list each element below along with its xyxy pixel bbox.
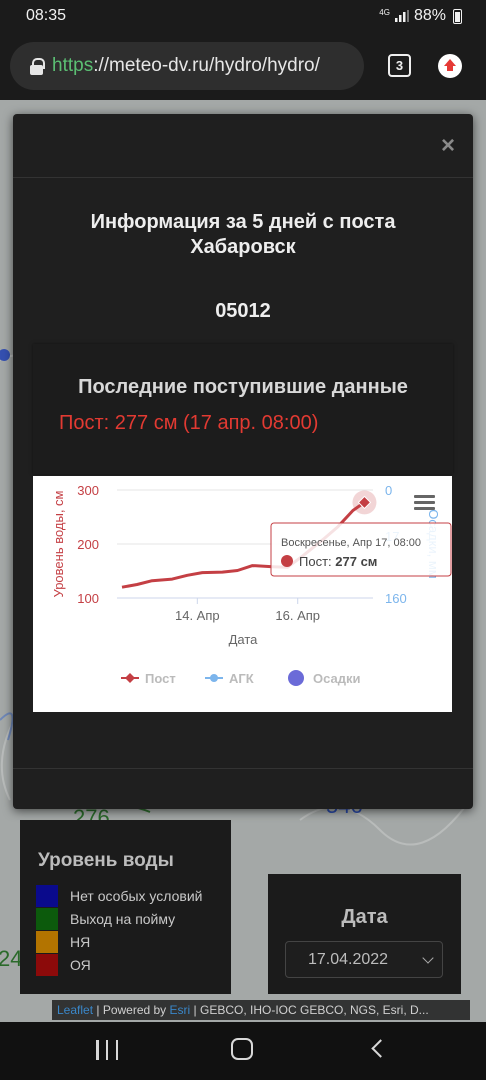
latest-value: Пост: 277 см (17 апр. 08:00) (59, 412, 319, 434)
modal-divider (13, 177, 473, 178)
modal-divider (13, 768, 473, 769)
y-tick-label-right: 160 (385, 591, 407, 606)
y-tick-label-left: 300 (77, 483, 99, 498)
latest-data-panel: Последние поступившие данные Пост: 277 с… (33, 344, 453, 474)
status-bar: 08:35 4G 88% (0, 0, 486, 32)
attribution-text: | Powered by (93, 1003, 170, 1017)
status-time: 08:35 (26, 7, 67, 24)
legend-item: НЯ (36, 931, 90, 953)
tooltip-marker (281, 555, 293, 567)
x-tick-label: 16. Апр (275, 608, 320, 623)
tooltip-value: Пост: 277 см (299, 554, 377, 569)
y-tick-label-left: 200 (77, 537, 99, 552)
x-axis-title: Дата (229, 632, 259, 647)
legend-swatch (36, 954, 58, 976)
date-select[interactable]: 17.04.2022 (285, 941, 443, 978)
date-panel: Дата 17.04.2022 (268, 874, 461, 994)
legend-label: НЯ (70, 934, 91, 950)
legend-label: ОЯ (70, 957, 91, 973)
chart-menu-icon[interactable] (414, 495, 435, 510)
station-info-modal: × Информация за 5 дней с поста Хабаровск… (13, 114, 473, 809)
x-tick-label: 14. Апр (175, 608, 220, 623)
battery-percent: 88% (413, 7, 446, 24)
date-title: Дата (341, 906, 388, 928)
legend-symbol (288, 670, 304, 686)
modal-title: Информация за 5 дней с поста Хабаровск (90, 211, 396, 258)
system-nav-bar (0, 1022, 486, 1080)
legend-entry[interactable]: Осадки (313, 671, 360, 686)
water-level-legend: Уровень воды Нет особых условий Выход на… (20, 820, 231, 994)
legend-item: Выход на пойму (36, 908, 175, 930)
legend-item: Нет особых условий (36, 885, 202, 907)
panel-heading: Последние поступившие данные (78, 376, 408, 398)
url-bar[interactable]: https://meteo-dv.ru/hydro/hydro/ (10, 42, 364, 90)
legend-symbol (125, 673, 135, 683)
legend-item: ОЯ (36, 954, 91, 976)
leaflet-link[interactable]: Leaflet (57, 1003, 93, 1017)
close-icon[interactable]: × (441, 134, 455, 158)
browser-toolbar: https://meteo-dv.ru/hydro/hydro/ 3 (0, 32, 486, 100)
legend-title: Уровень воды (38, 850, 174, 871)
station-code: 05012 (215, 300, 271, 322)
legend-entry[interactable]: Пост (145, 671, 176, 686)
esri-link[interactable]: Esri (170, 1003, 191, 1017)
y-axis-title-left: Уровень воды, см (51, 490, 66, 597)
home-icon[interactable] (231, 1038, 253, 1060)
network-type: 4G (379, 8, 390, 17)
url-path: ://meteo-dv.ru/hydro/hydro/ (93, 55, 320, 76)
attribution-text: | GEBCO, IHO-IOC GEBCO, NGS, Esri, D... (190, 1003, 429, 1017)
recent-apps-icon[interactable] (96, 1040, 118, 1060)
back-icon[interactable] (371, 1039, 390, 1058)
legend-swatch (36, 908, 58, 930)
legend-entry[interactable]: АГК (229, 671, 254, 686)
date-value: 17.04.2022 (308, 951, 389, 968)
legend-swatch (36, 931, 58, 953)
url-text[interactable]: https://meteo-dv.ru/hydro/hydro/ (52, 55, 320, 77)
battery-icon (453, 8, 462, 24)
chart-svg[interactable]: 14. Апр16. Апр300200100017160Уровень вод… (33, 476, 452, 712)
signal-icon (394, 10, 409, 22)
legend-swatch (36, 885, 58, 907)
y-tick-label-left: 100 (77, 591, 99, 606)
y-tick-label-right: 0 (385, 483, 392, 498)
lock-icon[interactable] (30, 57, 45, 75)
water-level-chart[interactable]: 14. Апр16. Апр300200100017160Уровень вод… (33, 476, 452, 712)
legend-label: Нет особых условий (70, 888, 203, 904)
update-icon[interactable] (438, 54, 462, 78)
legend-symbol (210, 674, 218, 682)
tabs-count-button[interactable]: 3 (388, 54, 411, 77)
map-attribution: Leaflet | Powered by Esri | GEBCO, IHO-I… (52, 1000, 470, 1020)
url-scheme: https (52, 55, 94, 76)
chevron-down-icon (422, 952, 434, 964)
tooltip-date: Воскресенье, Апр 17, 08:00 (281, 537, 421, 549)
legend-label: Выход на пойму (70, 911, 176, 927)
status-indicators: 4G 88% (379, 7, 462, 25)
